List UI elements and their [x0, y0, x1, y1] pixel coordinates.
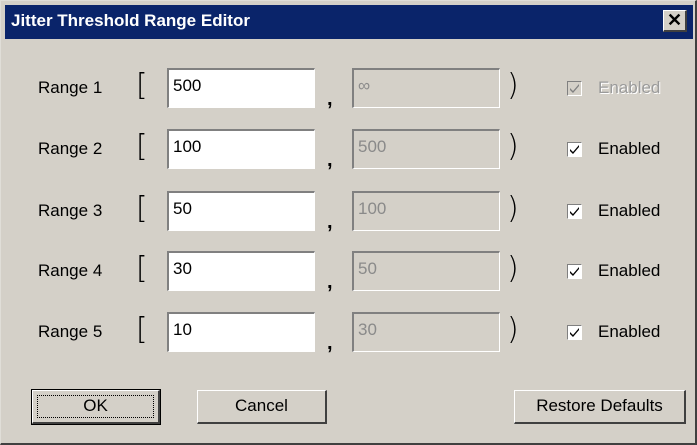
enabled-label[interactable]: Enabled — [598, 322, 660, 342]
range-separator: , — [327, 88, 333, 110]
range-separator: , — [327, 211, 333, 233]
restore-defaults-button[interactable]: Restore Defaults — [514, 390, 686, 424]
enabled-checkbox[interactable] — [567, 325, 582, 340]
range-high-input: 100 — [352, 191, 500, 231]
checkmark-icon — [570, 145, 579, 154]
close-bracket: ) — [507, 312, 519, 347]
close-icon: ✕ — [666, 10, 683, 30]
close-bracket: ) — [507, 68, 519, 103]
checkmark-icon — [570, 207, 579, 216]
enabled-label[interactable]: Enabled — [598, 261, 660, 281]
enabled-checkbox[interactable] — [567, 264, 582, 279]
range-low-input[interactable]: 100 — [167, 129, 315, 169]
enabled-label[interactable]: Enabled — [598, 201, 660, 221]
range-label: Range 5 — [38, 322, 103, 341]
range-high-input: 500 — [352, 129, 500, 169]
range-low-input[interactable]: 50 — [167, 191, 315, 231]
range-separator: , — [327, 149, 333, 171]
range-separator: , — [327, 271, 333, 293]
enabled-checkbox — [567, 81, 582, 96]
enabled-checkbox[interactable] — [567, 204, 582, 219]
range-low-input[interactable]: 500 — [167, 68, 315, 108]
range-high-input: ∞ — [352, 68, 500, 108]
open-bracket: [ — [136, 251, 148, 286]
jitter-threshold-dialog: Jitter Threshold Range Editor ✕ Range 1 [… — [0, 0, 697, 445]
open-bracket: [ — [136, 129, 148, 164]
close-button[interactable]: ✕ — [663, 10, 687, 32]
open-bracket: [ — [136, 312, 148, 347]
range-label: Range 1 — [38, 78, 103, 97]
window-title: Jitter Threshold Range Editor — [11, 11, 250, 30]
enabled-label[interactable]: Enabled — [598, 139, 660, 159]
checkmark-icon — [570, 84, 579, 93]
cancel-button-label: Cancel — [235, 396, 288, 415]
cancel-button[interactable]: Cancel — [197, 390, 327, 424]
focus-rect — [37, 395, 154, 418]
range-label: Range 3 — [38, 201, 103, 220]
range-high-input: 50 — [352, 251, 500, 291]
open-bracket: [ — [136, 191, 148, 226]
ok-button[interactable]: OK — [31, 389, 161, 425]
enabled-label: Enabled — [598, 78, 661, 97]
range-low-input[interactable]: 10 — [167, 312, 315, 352]
restore-defaults-button-label: Restore Defaults — [536, 396, 663, 415]
range-label: Range 2 — [38, 139, 103, 158]
enabled-checkbox[interactable] — [567, 142, 582, 157]
checkmark-icon — [570, 267, 579, 276]
checkmark-icon — [570, 328, 579, 337]
range-high-input: 30 — [352, 312, 500, 352]
close-bracket: ) — [507, 251, 519, 286]
title-bar[interactable]: Jitter Threshold Range Editor ✕ — [5, 5, 693, 39]
range-low-input[interactable]: 30 — [167, 251, 315, 291]
close-bracket: ) — [507, 191, 519, 226]
range-separator: , — [327, 332, 333, 354]
close-bracket: ) — [507, 129, 519, 164]
open-bracket: [ — [136, 68, 148, 103]
range-label: Range 4 — [38, 261, 103, 280]
